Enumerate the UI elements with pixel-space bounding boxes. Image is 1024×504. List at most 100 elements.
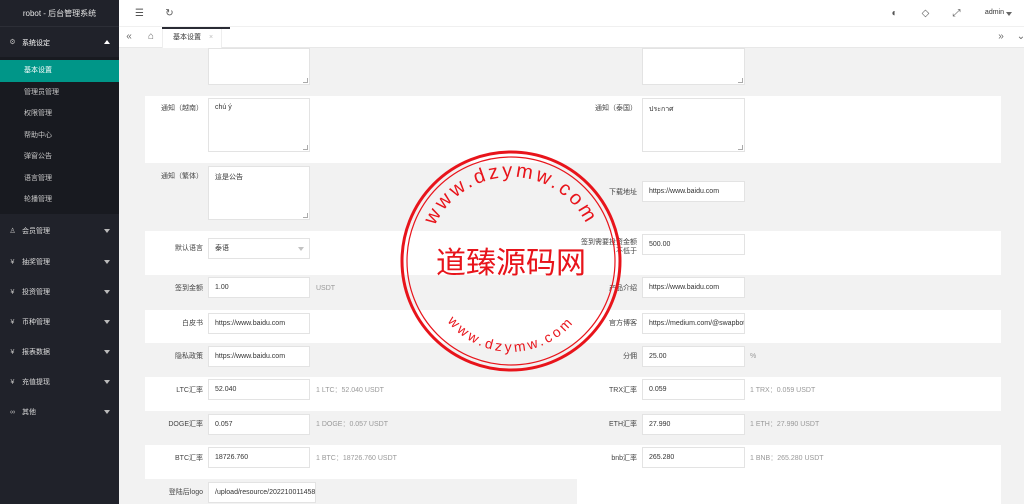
sidebar-group-investment[interactable]: ¥ 投资管理 [0, 278, 119, 307]
sidebar-item-basic-settings[interactable]: 基本设置 [0, 60, 119, 82]
sidebar-group-label: 币种管理 [22, 319, 50, 326]
trx-rate-hint: 1 TRX：0.059 USDT [750, 387, 816, 394]
label-privacy: 隐私政策 [175, 353, 203, 360]
doge-rate-input[interactable]: 0.057 [208, 414, 310, 435]
eth-rate-input[interactable]: 27.990 [642, 414, 745, 435]
form-row: LTC汇率 52.040 1 LTC：52.040 USDT TRX汇率 0.0… [145, 377, 1001, 411]
tabs-scroll-right-icon[interactable]: » [991, 27, 1011, 48]
sidebar-item-permissions[interactable]: 权限管理 [0, 103, 119, 125]
sidebar-group-label: 其他 [22, 409, 36, 416]
default-lang-value: 泰语 [215, 245, 229, 252]
caret-down-icon [1006, 12, 1012, 16]
label-ltc-rate: LTC汇率 [176, 387, 203, 394]
sidebar-group-label: 投资管理 [22, 289, 50, 296]
label-login-logo: 登陆后logo [168, 489, 203, 496]
label-official-blog: 官方博客 [609, 320, 637, 327]
chevron-down-icon [104, 349, 110, 354]
refresh-icon[interactable]: ↻ [164, 8, 175, 19]
tabs-scroll-left-icon[interactable]: « [119, 27, 139, 48]
submenu-system: 基本设置 管理员管理 权限管理 帮助中心 弹窗公告 语言管理 轮播管理 [0, 57, 119, 214]
tag-icon[interactable]: ◇ [920, 8, 931, 19]
label-checkin-amount: 签到金额 [175, 285, 203, 292]
whitepaper-input[interactable]: https://www.baidu.com [208, 313, 310, 334]
checkin-amount-unit: USDT [316, 285, 336, 292]
sidebar-item-admins[interactable]: 管理员管理 [0, 82, 119, 104]
gear-icon: ⚙ [9, 39, 16, 46]
sidebar: robot - 后台管理系统 ⚙ 系统设定 基本设置 管理员管理 权限管理 帮助… [0, 0, 119, 504]
privacy-input[interactable]: https://www.baidu.com [208, 346, 310, 367]
yen-icon: ¥ [10, 348, 15, 356]
form-row: 登陆后logo /upload/resource/2022100114580 [145, 479, 1001, 504]
app-logo: robot - 后台管理系统 [0, 0, 119, 27]
product-intro-input[interactable]: https://www.baidu.com [642, 277, 745, 298]
ltc-rate-input[interactable]: 52.040 [208, 379, 310, 400]
tab-label: 基本设置 [173, 34, 201, 41]
sidebar-group-system[interactable]: ⚙ 系统设定 [0, 28, 119, 57]
label-checkin-min: 签到需要投资金额不低于 [581, 239, 637, 255]
tabs-menu-icon[interactable]: ⌄ [1011, 27, 1024, 48]
label-eth-rate: ETH汇率 [609, 421, 637, 428]
label-product-intro: 产品介绍 [609, 285, 637, 292]
sidebar-item-popup-notice[interactable]: 弹窗公告 [0, 146, 119, 168]
label-trx-rate: TRX汇率 [609, 387, 637, 394]
form-row [145, 48, 1001, 96]
notice-tw-textarea[interactable]: 這是公告 [208, 166, 310, 220]
checkin-min-input[interactable]: 500.00 [642, 234, 745, 255]
login-logo-input[interactable]: /upload/resource/2022100114580 [208, 482, 316, 503]
official-blog-input[interactable]: https://medium.com/@swapbot [642, 313, 745, 334]
notice-vi-textarea[interactable]: chú ý [208, 98, 310, 152]
textarea-top-right[interactable] [642, 48, 745, 85]
bnb-rate-hint: 1 BNB：265.280 USDT [750, 455, 824, 462]
download-url-input[interactable]: https://www.baidu.com [642, 181, 745, 202]
home-icon[interactable]: ⌂ [141, 27, 161, 48]
main-content: 通知（越南） chú ý 通知（泰国） ประกาศ 通知（繁体） 這是公告 下… [119, 48, 1024, 504]
tab-active-indicator [162, 27, 230, 29]
sidebar-group-lottery[interactable]: ¥ 抽奖管理 [0, 248, 119, 277]
form-row: 签到金额 1.00 USDT 产品介绍 https://www.baidu.co… [145, 275, 1001, 310]
sidebar-item-languages[interactable]: 语言管理 [0, 168, 119, 190]
sidebar-group-label: 充值提现 [22, 379, 50, 386]
default-lang-select[interactable]: 泰语 [208, 238, 310, 259]
doge-rate-hint: 1 DOGE：0.057 USDT [316, 421, 388, 428]
form-row: 白皮书 https://www.baidu.com 官方博客 https://m… [145, 310, 1001, 343]
sidebar-item-carousel[interactable]: 轮播管理 [0, 189, 119, 211]
tab-basic-settings[interactable]: 基本设置 × [162, 27, 223, 48]
bnb-rate-input[interactable]: 265.280 [642, 447, 745, 468]
checkin-amount-input[interactable]: 1.00 [208, 277, 310, 298]
yen-icon: ¥ [10, 318, 15, 326]
ltc-rate-hint: 1 LTC：52.040 USDT [316, 387, 384, 394]
sidebar-group-label: 报表数据 [22, 349, 50, 356]
close-icon[interactable]: × [209, 34, 213, 41]
label-commission: 分佣 [623, 353, 637, 360]
sidebar-group-other[interactable]: ∞ 其他 [0, 398, 119, 427]
menu-toggle-icon[interactable]: ☰ [134, 8, 145, 19]
sidebar-item-help[interactable]: 帮助中心 [0, 125, 119, 147]
form-row: 默认语言 泰语 签到需要投资金额不低于 500.00 [145, 231, 1001, 275]
fullscreen-icon[interactable]: ⤢ [951, 8, 962, 19]
sidebar-group-deposit-withdraw[interactable]: ¥ 充值提现 [0, 368, 119, 397]
top-header: ☰ ↻ ◐ ◇ ⤢ admin [119, 0, 1024, 27]
theme-icon[interactable]: ◐ [889, 8, 900, 19]
trx-rate-input[interactable]: 0.059 [642, 379, 745, 400]
infinity-icon: ∞ [10, 408, 15, 416]
sidebar-group-members[interactable]: ♙ 会员管理 [0, 217, 119, 246]
chevron-down-icon [104, 259, 110, 264]
sidebar-group-reports[interactable]: ¥ 报表数据 [0, 338, 119, 367]
yen-icon: ¥ [10, 288, 15, 296]
chevron-down-icon [298, 247, 304, 251]
user-menu[interactable]: admin [985, 9, 1004, 16]
chevron-down-icon [104, 228, 110, 233]
commission-unit: % [750, 353, 757, 360]
sidebar-group-currency[interactable]: ¥ 币种管理 [0, 308, 119, 337]
chevron-up-icon [104, 40, 110, 44]
label-btc-rate: BTC汇率 [175, 455, 203, 462]
form-row: 隐私政策 https://www.baidu.com 分佣 25.00 % [145, 343, 1001, 377]
btc-rate-input[interactable]: 18726.760 [208, 447, 310, 468]
textarea-top-left[interactable] [208, 48, 310, 85]
eth-rate-hint: 1 ETH：27.990 USDT [750, 421, 820, 428]
commission-input[interactable]: 25.00 [642, 346, 745, 367]
label-doge-rate: DOGE汇率 [168, 421, 203, 428]
form-row: DOGE汇率 0.057 1 DOGE：0.057 USDT ETH汇率 27.… [145, 411, 1001, 445]
notice-th-textarea[interactable]: ประกาศ [642, 98, 745, 152]
label-whitepaper: 白皮书 [182, 320, 203, 327]
